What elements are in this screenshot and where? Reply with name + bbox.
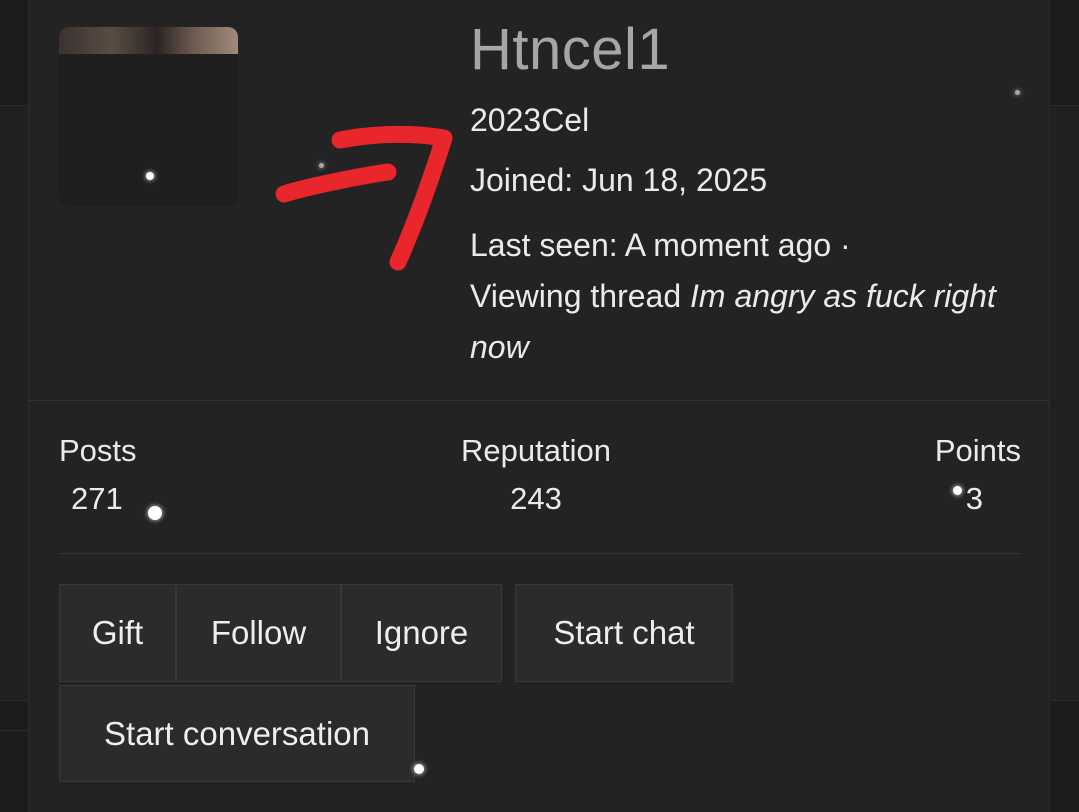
dust-speck (414, 764, 424, 774)
dust-speck (319, 163, 324, 168)
dust-speck (146, 172, 154, 180)
page: Htncel1 2023Cel Joined: Jun 18, 2025 Las… (0, 0, 1079, 812)
dust-speck (148, 506, 162, 520)
red-arrow-annotation (275, 125, 453, 271)
arrow-stroke (275, 125, 453, 271)
dust-speck (1015, 90, 1020, 95)
dust-speck (953, 486, 962, 495)
